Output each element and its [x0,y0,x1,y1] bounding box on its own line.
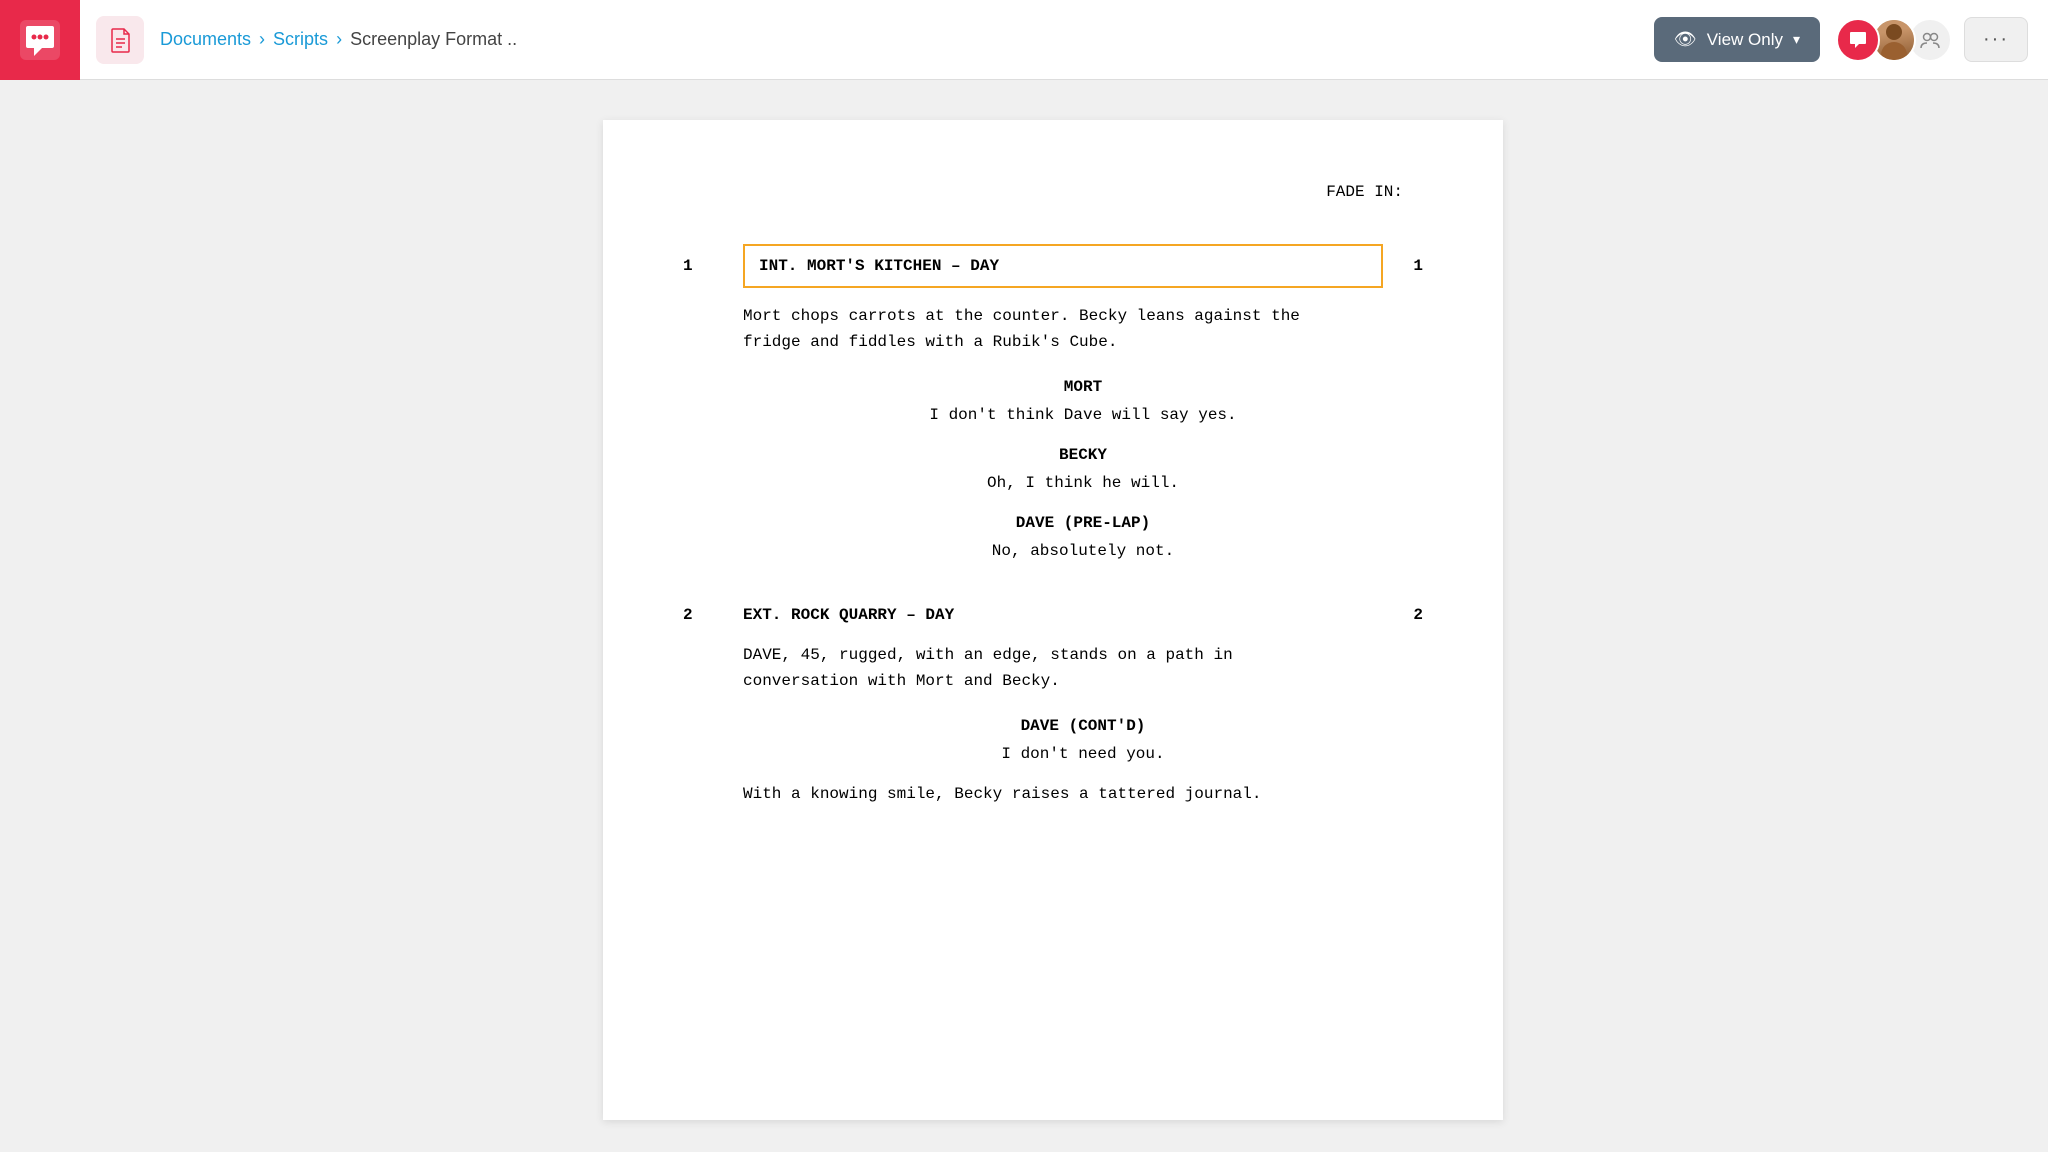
scene-1-heading-line: 1 INT. MORT'S KITCHEN – DAY 1 [683,244,1423,288]
main-layout: FADE IN: 1 INT. MORT'S KITCHEN – DAY 1 M… [0,80,2048,1152]
script-page: FADE IN: 1 INT. MORT'S KITCHEN – DAY 1 M… [603,120,1503,1120]
dialogue-mort-line: I don't think Dave will say yes. [743,403,1423,427]
doc-icon-button[interactable] [96,16,144,64]
scene-2-action: DAVE, 45, rugged, with an edge, stands o… [743,643,1383,694]
eye-icon: 👁 [1674,29,1697,50]
dialogue-becky-line: Oh, I think he will. [743,471,1423,495]
dialogue-dave-prelap: DAVE (PRE-LAP) No, absolutely not. [683,511,1423,563]
scene-2: 2 EXT. ROCK QUARRY – DAY 2 DAVE, 45, rug… [683,603,1423,808]
dialogue-dave-contd: DAVE (CONT'D) I don't need you. [683,714,1423,766]
breadcrumb-current: Screenplay Format .. [350,29,517,50]
topbar: Documents › Scripts › Screenplay Format … [0,0,2048,80]
scene-2-number-right: 2 [1383,603,1423,627]
scene-1-heading: INT. MORT'S KITCHEN – DAY [743,244,1383,288]
breadcrumb-documents[interactable]: Documents [160,29,251,50]
view-only-button[interactable]: 👁 View Only ▾ [1654,17,1820,62]
scene-2-heading: EXT. ROCK QUARRY – DAY [743,603,1383,627]
scene-1-number-left: 1 [683,254,743,278]
breadcrumb-sep-2: › [336,29,342,50]
character-mort: MORT [743,375,1423,399]
left-sidebar [0,80,108,1152]
fade-in: FADE IN: [683,180,1403,204]
scene-2-trailing-action: With a knowing smile, Becky raises a tat… [743,782,1383,808]
app-logo [0,0,80,80]
breadcrumb-sep-1: › [259,29,265,50]
scene-2-heading-line: 2 EXT. ROCK QUARRY – DAY 2 [683,603,1423,627]
dialogue-becky: BECKY Oh, I think he will. [683,443,1423,495]
scene-1-number-right: 1 [1383,254,1423,278]
character-dave-contd: DAVE (CONT'D) [743,714,1423,738]
dialogue-dave-contd-line: I don't need you. [743,742,1423,766]
character-becky: BECKY [743,443,1423,467]
scene-2-number-left: 2 [683,603,743,627]
view-only-label: View Only [1707,30,1783,50]
script-area: FADE IN: 1 INT. MORT'S KITCHEN – DAY 1 M… [108,80,1998,1152]
avatar-group [1836,18,1952,62]
dialogue-mort: MORT I don't think Dave will say yes. [683,375,1423,427]
breadcrumb-scripts[interactable]: Scripts [273,29,328,50]
scene-1: 1 INT. MORT'S KITCHEN – DAY 1 Mort chops… [683,244,1423,563]
breadcrumb: Documents › Scripts › Screenplay Format … [160,29,1638,50]
topbar-right: ··· [1836,17,2028,62]
more-options-button[interactable]: ··· [1964,17,2028,62]
dialogue-dave-prelap-line: No, absolutely not. [743,539,1423,563]
chevron-down-icon: ▾ [1793,31,1800,48]
avatar-chat-icon [1836,18,1880,62]
right-sidebar [1998,80,2048,1152]
scene-1-action: Mort chops carrots at the counter. Becky… [743,304,1383,355]
character-dave-prelap: DAVE (PRE-LAP) [743,511,1423,535]
